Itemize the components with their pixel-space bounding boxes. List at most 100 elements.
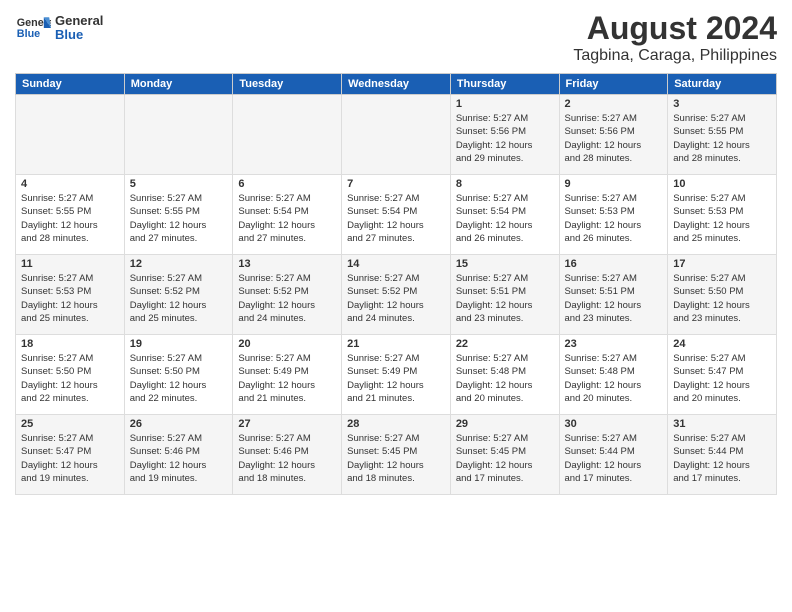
day-number: 1 (456, 98, 554, 110)
day-number: 27 (238, 418, 336, 430)
calendar-cell: 1 Sunrise: 5:27 AM Sunset: 5:56 PM Dayli… (450, 95, 559, 175)
col-sunday: Sunday (16, 74, 125, 95)
day-number: 17 (673, 258, 771, 270)
day-info: Sunrise: 5:27 AM Sunset: 5:50 PM Dayligh… (21, 353, 98, 404)
calendar-cell: 30 Sunrise: 5:27 AM Sunset: 5:44 PM Dayl… (559, 415, 668, 495)
day-number: 13 (238, 258, 336, 270)
calendar-cell: 26 Sunrise: 5:27 AM Sunset: 5:46 PM Dayl… (124, 415, 233, 495)
col-wednesday: Wednesday (342, 74, 451, 95)
day-info: Sunrise: 5:27 AM Sunset: 5:54 PM Dayligh… (238, 193, 315, 244)
calendar-week-row: 25 Sunrise: 5:27 AM Sunset: 5:47 PM Dayl… (16, 415, 777, 495)
day-number: 26 (130, 418, 228, 430)
calendar-body: 1 Sunrise: 5:27 AM Sunset: 5:56 PM Dayli… (16, 95, 777, 495)
day-number: 9 (565, 178, 663, 190)
day-info: Sunrise: 5:27 AM Sunset: 5:50 PM Dayligh… (130, 353, 207, 404)
day-info: Sunrise: 5:27 AM Sunset: 5:45 PM Dayligh… (347, 433, 424, 484)
calendar-cell: 15 Sunrise: 5:27 AM Sunset: 5:51 PM Dayl… (450, 255, 559, 335)
calendar-cell: 31 Sunrise: 5:27 AM Sunset: 5:44 PM Dayl… (668, 415, 777, 495)
day-info: Sunrise: 5:27 AM Sunset: 5:56 PM Dayligh… (565, 113, 642, 164)
day-number: 3 (673, 98, 771, 110)
page-header: General Blue General Blue August 2024 Ta… (15, 10, 777, 65)
logo-text-general: General (55, 14, 103, 28)
calendar-cell: 20 Sunrise: 5:27 AM Sunset: 5:49 PM Dayl… (233, 335, 342, 415)
day-info: Sunrise: 5:27 AM Sunset: 5:51 PM Dayligh… (456, 273, 533, 324)
day-number: 12 (130, 258, 228, 270)
col-thursday: Thursday (450, 74, 559, 95)
col-monday: Monday (124, 74, 233, 95)
day-info: Sunrise: 5:27 AM Sunset: 5:44 PM Dayligh… (565, 433, 642, 484)
day-number: 14 (347, 258, 445, 270)
day-number: 19 (130, 338, 228, 350)
day-info: Sunrise: 5:27 AM Sunset: 5:53 PM Dayligh… (673, 193, 750, 244)
day-info: Sunrise: 5:27 AM Sunset: 5:51 PM Dayligh… (565, 273, 642, 324)
calendar-cell (342, 95, 451, 175)
calendar-cell: 17 Sunrise: 5:27 AM Sunset: 5:50 PM Dayl… (668, 255, 777, 335)
day-info: Sunrise: 5:27 AM Sunset: 5:54 PM Dayligh… (347, 193, 424, 244)
day-info: Sunrise: 5:27 AM Sunset: 5:49 PM Dayligh… (238, 353, 315, 404)
calendar-week-row: 11 Sunrise: 5:27 AM Sunset: 5:53 PM Dayl… (16, 255, 777, 335)
day-number: 4 (21, 178, 119, 190)
calendar-cell: 23 Sunrise: 5:27 AM Sunset: 5:48 PM Dayl… (559, 335, 668, 415)
day-number: 31 (673, 418, 771, 430)
calendar-cell: 12 Sunrise: 5:27 AM Sunset: 5:52 PM Dayl… (124, 255, 233, 335)
day-number: 8 (456, 178, 554, 190)
day-info: Sunrise: 5:27 AM Sunset: 5:49 PM Dayligh… (347, 353, 424, 404)
calendar-title: August 2024 (573, 10, 777, 47)
calendar-cell (16, 95, 125, 175)
day-info: Sunrise: 5:27 AM Sunset: 5:48 PM Dayligh… (565, 353, 642, 404)
calendar-cell: 24 Sunrise: 5:27 AM Sunset: 5:47 PM Dayl… (668, 335, 777, 415)
day-number: 5 (130, 178, 228, 190)
calendar-header-row: Sunday Monday Tuesday Wednesday Thursday… (16, 74, 777, 95)
day-number: 22 (456, 338, 554, 350)
calendar-table: Sunday Monday Tuesday Wednesday Thursday… (15, 73, 777, 495)
calendar-cell: 4 Sunrise: 5:27 AM Sunset: 5:55 PM Dayli… (16, 175, 125, 255)
col-friday: Friday (559, 74, 668, 95)
day-info: Sunrise: 5:27 AM Sunset: 5:48 PM Dayligh… (456, 353, 533, 404)
calendar-cell: 18 Sunrise: 5:27 AM Sunset: 5:50 PM Dayl… (16, 335, 125, 415)
day-info: Sunrise: 5:27 AM Sunset: 5:50 PM Dayligh… (673, 273, 750, 324)
day-number: 25 (21, 418, 119, 430)
day-number: 2 (565, 98, 663, 110)
calendar-cell: 6 Sunrise: 5:27 AM Sunset: 5:54 PM Dayli… (233, 175, 342, 255)
calendar-week-row: 1 Sunrise: 5:27 AM Sunset: 5:56 PM Dayli… (16, 95, 777, 175)
calendar-cell: 2 Sunrise: 5:27 AM Sunset: 5:56 PM Dayli… (559, 95, 668, 175)
day-number: 11 (21, 258, 119, 270)
calendar-cell: 14 Sunrise: 5:27 AM Sunset: 5:52 PM Dayl… (342, 255, 451, 335)
calendar-cell: 5 Sunrise: 5:27 AM Sunset: 5:55 PM Dayli… (124, 175, 233, 255)
day-number: 21 (347, 338, 445, 350)
day-info: Sunrise: 5:27 AM Sunset: 5:56 PM Dayligh… (456, 113, 533, 164)
page-container: General Blue General Blue August 2024 Ta… (0, 0, 792, 612)
day-info: Sunrise: 5:27 AM Sunset: 5:47 PM Dayligh… (673, 353, 750, 404)
title-block: August 2024 Tagbina, Caraga, Philippines (573, 10, 777, 65)
calendar-cell: 21 Sunrise: 5:27 AM Sunset: 5:49 PM Dayl… (342, 335, 451, 415)
calendar-cell: 13 Sunrise: 5:27 AM Sunset: 5:52 PM Dayl… (233, 255, 342, 335)
day-info: Sunrise: 5:27 AM Sunset: 5:55 PM Dayligh… (130, 193, 207, 244)
day-number: 7 (347, 178, 445, 190)
logo-text-blue: Blue (55, 28, 103, 42)
calendar-cell: 8 Sunrise: 5:27 AM Sunset: 5:54 PM Dayli… (450, 175, 559, 255)
day-info: Sunrise: 5:27 AM Sunset: 5:52 PM Dayligh… (238, 273, 315, 324)
calendar-subtitle: Tagbina, Caraga, Philippines (573, 47, 777, 65)
day-info: Sunrise: 5:27 AM Sunset: 5:46 PM Dayligh… (238, 433, 315, 484)
day-number: 6 (238, 178, 336, 190)
day-number: 18 (21, 338, 119, 350)
day-number: 10 (673, 178, 771, 190)
calendar-cell: 29 Sunrise: 5:27 AM Sunset: 5:45 PM Dayl… (450, 415, 559, 495)
day-number: 16 (565, 258, 663, 270)
day-info: Sunrise: 5:27 AM Sunset: 5:55 PM Dayligh… (673, 113, 750, 164)
day-info: Sunrise: 5:27 AM Sunset: 5:47 PM Dayligh… (21, 433, 98, 484)
calendar-cell: 3 Sunrise: 5:27 AM Sunset: 5:55 PM Dayli… (668, 95, 777, 175)
day-number: 30 (565, 418, 663, 430)
calendar-cell: 28 Sunrise: 5:27 AM Sunset: 5:45 PM Dayl… (342, 415, 451, 495)
calendar-cell: 19 Sunrise: 5:27 AM Sunset: 5:50 PM Dayl… (124, 335, 233, 415)
calendar-cell: 9 Sunrise: 5:27 AM Sunset: 5:53 PM Dayli… (559, 175, 668, 255)
calendar-cell: 11 Sunrise: 5:27 AM Sunset: 5:53 PM Dayl… (16, 255, 125, 335)
calendar-week-row: 4 Sunrise: 5:27 AM Sunset: 5:55 PM Dayli… (16, 175, 777, 255)
calendar-cell: 10 Sunrise: 5:27 AM Sunset: 5:53 PM Dayl… (668, 175, 777, 255)
day-info: Sunrise: 5:27 AM Sunset: 5:44 PM Dayligh… (673, 433, 750, 484)
calendar-week-row: 18 Sunrise: 5:27 AM Sunset: 5:50 PM Dayl… (16, 335, 777, 415)
day-number: 15 (456, 258, 554, 270)
day-info: Sunrise: 5:27 AM Sunset: 5:46 PM Dayligh… (130, 433, 207, 484)
col-saturday: Saturday (668, 74, 777, 95)
calendar-cell: 7 Sunrise: 5:27 AM Sunset: 5:54 PM Dayli… (342, 175, 451, 255)
